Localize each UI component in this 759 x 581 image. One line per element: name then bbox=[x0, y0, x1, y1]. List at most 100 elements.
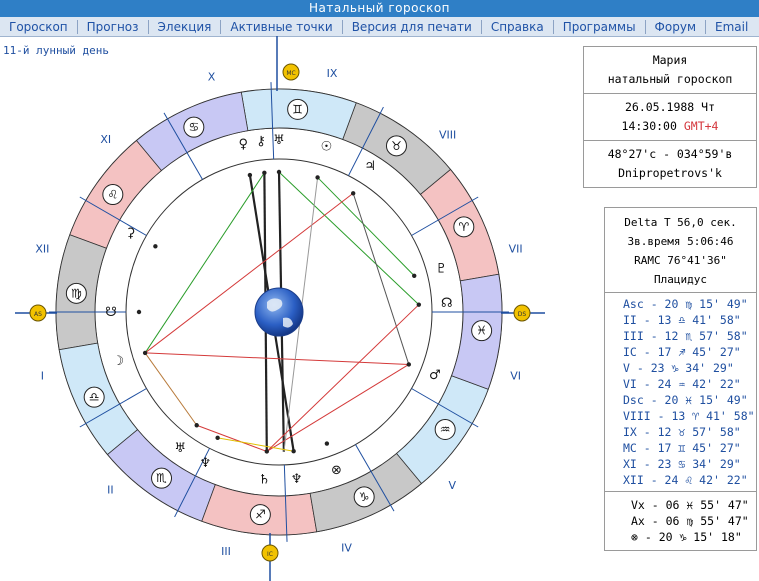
delta-t: Delta T 56,0 сек. bbox=[624, 216, 737, 229]
sign-glyph: ♋ bbox=[188, 120, 199, 134]
mc-label: MC bbox=[286, 70, 295, 77]
as-marker: AS bbox=[15, 304, 57, 322]
cusp-ic: IC - 17 ♐ 45' 27" bbox=[623, 345, 741, 359]
sign-glyph: ♊ bbox=[292, 102, 303, 116]
ds-label: DS bbox=[518, 311, 527, 318]
menu-programs[interactable]: Программы bbox=[554, 19, 646, 34]
mc-marker: MC bbox=[276, 36, 300, 91]
planet-glyph: ☋ bbox=[105, 305, 117, 320]
window-title: Натальный гороскоп bbox=[0, 0, 759, 17]
cusp-vi: VI - 24 ♒ 42' 22" bbox=[623, 377, 741, 391]
sign-glyph: ♌ bbox=[107, 188, 118, 202]
cusp-asc: Asc - 20 ♍ 15' 49" bbox=[623, 297, 748, 311]
house-number: VIII bbox=[439, 128, 456, 141]
planet-glyph: ⚳ bbox=[126, 226, 136, 241]
ic-label: IC bbox=[267, 551, 273, 558]
menu-bar: Гороскоп Прогноз Элекция Активные точки … bbox=[0, 17, 759, 37]
house-system: Плацидус bbox=[654, 273, 707, 286]
planet-glyph: ♆ bbox=[291, 472, 303, 487]
menu-print-version[interactable]: Версия для печати bbox=[343, 19, 482, 34]
planet-glyph: ♄ bbox=[259, 472, 271, 487]
details-panel: Delta T 56,0 сек. Зв.время 5:06:46 RAMC … bbox=[604, 207, 757, 551]
ds-marker: DS bbox=[501, 304, 545, 322]
planet-dot bbox=[416, 302, 422, 307]
planet-dot bbox=[324, 441, 330, 446]
house-number: XII bbox=[35, 243, 49, 256]
cusp-v: V - 23 ♑ 34' 29" bbox=[623, 361, 734, 375]
cusp-ix: IX - 12 ♉ 57' 58" bbox=[623, 425, 741, 439]
sign-glyph: ♍ bbox=[71, 286, 82, 300]
planet-glyph: ☊ bbox=[441, 296, 453, 311]
planet-dot bbox=[315, 175, 320, 180]
planet-glyph: ♅ bbox=[174, 441, 186, 456]
planet-dot bbox=[264, 449, 269, 454]
planet-dot bbox=[215, 435, 220, 441]
sign-glyph: ♑ bbox=[359, 490, 370, 504]
sign-glyph: ♎ bbox=[89, 390, 100, 404]
menu-election[interactable]: Элекция bbox=[149, 19, 222, 34]
earth-globe bbox=[254, 287, 304, 337]
house-number: X bbox=[208, 70, 216, 83]
chart-type: натальный гороскоп bbox=[607, 72, 733, 86]
planet-dot bbox=[350, 191, 356, 196]
planet-glyph: ☉ bbox=[321, 140, 333, 155]
planet-glyph: ♂ bbox=[429, 368, 441, 383]
coordinates: 48°27'с - 034°59'в bbox=[607, 147, 733, 161]
planet-dot bbox=[194, 423, 199, 428]
cusp-ii: II - 13 ♎ 41' 58" bbox=[623, 313, 741, 327]
point-antivertex: Ax - 06 ♍ 55' 47" bbox=[631, 514, 749, 528]
birth-date: 26.05.1988 Чт bbox=[624, 100, 715, 114]
planet-glyph: ⊗ bbox=[331, 463, 342, 478]
menu-forum[interactable]: Форум bbox=[646, 19, 706, 34]
ic-marker: IC bbox=[261, 533, 279, 581]
menu-email[interactable]: Email bbox=[706, 20, 757, 34]
gmt-offset: GMT+4 bbox=[683, 119, 719, 133]
house-number: V bbox=[448, 479, 456, 492]
house-number: VII bbox=[509, 243, 523, 256]
planet-dot bbox=[136, 309, 142, 315]
house-number: VI bbox=[510, 369, 521, 382]
planet-glyph: ☽ bbox=[113, 354, 125, 369]
as-label: AS bbox=[34, 311, 42, 318]
planet-dot bbox=[142, 350, 148, 356]
menu-active-points[interactable]: Активные точки bbox=[221, 19, 343, 34]
house-number: II bbox=[107, 484, 114, 497]
sign-glyph: ♒ bbox=[440, 422, 451, 436]
planet-dot bbox=[247, 172, 253, 178]
sign-glyph: ♉ bbox=[391, 139, 402, 153]
planet-glyph: ⚷ bbox=[256, 134, 266, 149]
point-fortune: ⊗ - 20 ♑ 15' 18" bbox=[631, 530, 742, 544]
ramc: RAMC 76°41'36" bbox=[634, 254, 727, 267]
sign-glyph: ♓ bbox=[476, 324, 487, 338]
planet-glyph: ♅ bbox=[273, 133, 285, 148]
house-number: XI bbox=[100, 133, 111, 146]
person-name: Мария bbox=[652, 53, 688, 67]
menu-horoscope[interactable]: Гороскоп bbox=[0, 19, 78, 34]
planet-dot bbox=[291, 449, 296, 454]
house-number: III bbox=[221, 545, 231, 558]
planet-dot bbox=[153, 244, 158, 249]
menu-forecast[interactable]: Прогноз bbox=[78, 19, 149, 34]
planet-dot bbox=[412, 273, 417, 278]
house-number: IX bbox=[327, 67, 338, 80]
house-number: IV bbox=[341, 542, 352, 555]
planet-glyph: ♃ bbox=[364, 159, 376, 174]
planet-glyph: ♇ bbox=[435, 262, 447, 277]
sign-glyph: ♏ bbox=[156, 471, 167, 485]
cusp-dsc: Dsc - 20 ♓ 15' 49" bbox=[623, 393, 748, 407]
info-panel: Мария натальный гороскоп 26.05.1988 Чт 1… bbox=[583, 46, 757, 188]
planet-glyph: ♀ bbox=[238, 137, 248, 152]
cusp-viii: VIII - 13 ♈ 41' 58" bbox=[623, 409, 755, 423]
birth-time: 14:30:00 bbox=[621, 119, 677, 133]
planet-dot bbox=[276, 169, 282, 175]
cusp-mc: MC - 17 ♊ 45' 27" bbox=[623, 441, 741, 455]
menu-help[interactable]: Справка bbox=[482, 19, 554, 34]
city: Dnipropetrovs'k bbox=[618, 166, 722, 180]
cusp-xi: XI - 23 ♋ 34' 29" bbox=[623, 457, 741, 471]
planet-dot bbox=[262, 170, 267, 175]
point-vertex: Vx - 06 ♓ 55' 47" bbox=[631, 498, 749, 512]
sign-glyph: ♈ bbox=[458, 220, 469, 234]
cusp-xii: XII - 24 ♌ 42' 22" bbox=[623, 473, 748, 487]
planet-glyph: ♆ bbox=[200, 456, 212, 471]
natal-chart: ♈♉♊♋♌♍♎♏♐♑♒♓ ♀ ⚷ ♅ ☉♃♇☊♂♄ ♆⊗♅♆☽☋⚳ IIIIII IVVV… bbox=[15, 36, 545, 581]
